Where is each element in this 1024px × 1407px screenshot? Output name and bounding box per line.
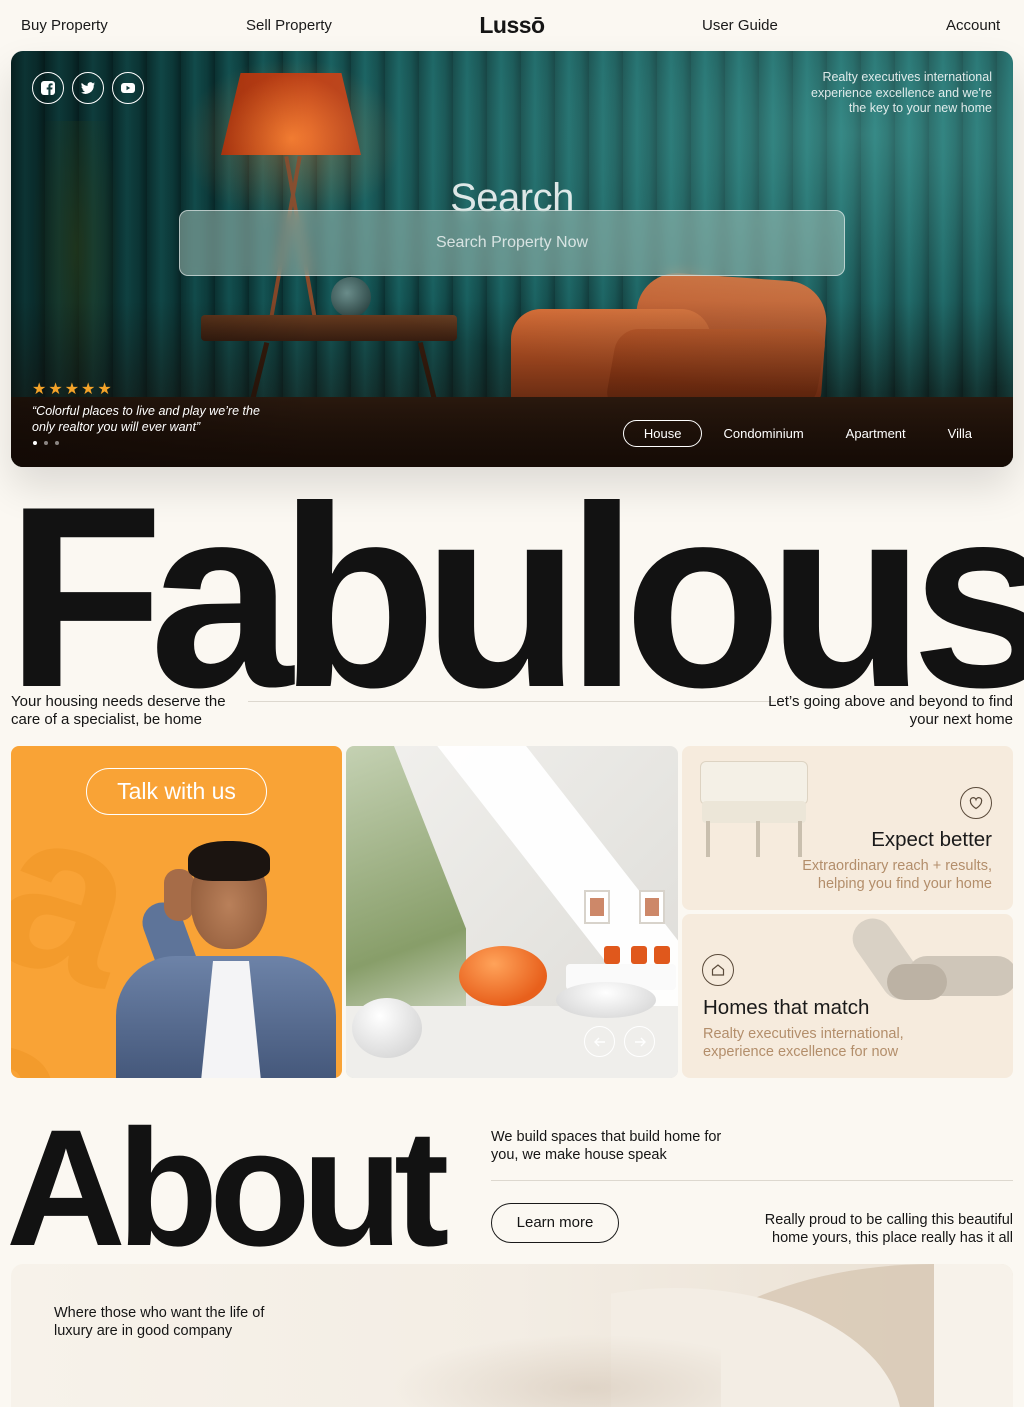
twitter-icon[interactable] xyxy=(72,72,104,104)
star-icon: ★ xyxy=(64,381,80,398)
logo-container: Lussō xyxy=(0,12,1024,39)
right-strip xyxy=(934,1264,1013,1407)
support-agent-photo xyxy=(106,841,341,1078)
about-tagline: We build spaces that build home for you,… xyxy=(491,1129,722,1163)
tab-apartment[interactable]: Apartment xyxy=(825,420,927,447)
divider xyxy=(491,1180,1013,1181)
cushion xyxy=(604,946,620,964)
expect-text: Extraordinary reach + results, helping y… xyxy=(802,858,992,892)
rating-stars: ★ ★ ★ ★ ★ xyxy=(32,379,112,399)
match-text: Realty executives international, experie… xyxy=(703,1026,904,1060)
slide-dot[interactable] xyxy=(55,441,59,445)
agent-hair xyxy=(188,841,270,881)
cushion xyxy=(631,946,647,964)
fabulous-right-text: Let’s going above and beyond to find you… xyxy=(768,693,1013,728)
wall-frame xyxy=(584,890,610,924)
luxury-banner: Where those who want the life of luxury … xyxy=(11,1264,1013,1407)
slide-indicator xyxy=(33,441,59,445)
star-icon: ★ xyxy=(48,381,63,398)
talk-with-us-button[interactable]: Talk with us xyxy=(86,768,267,815)
chair-leg xyxy=(706,821,710,857)
prev-arrow-icon[interactable] xyxy=(584,1026,615,1057)
white-chair-photo xyxy=(700,761,808,857)
match-title: Homes that match xyxy=(703,996,870,1019)
nav-user-guide[interactable]: User Guide xyxy=(702,17,778,34)
facebook-icon[interactable] xyxy=(32,72,64,104)
heart-icon[interactable] xyxy=(960,787,992,819)
next-arrow-icon[interactable] xyxy=(624,1026,655,1057)
chair-leg xyxy=(756,821,760,857)
chair-seat xyxy=(702,801,806,823)
white-table xyxy=(556,982,656,1018)
divider xyxy=(248,701,776,702)
search-input[interactable]: Search Property Now xyxy=(179,210,845,276)
fabulous-left-text: Your housing needs deserve the care of a… xyxy=(11,693,226,728)
nav-buy-property[interactable]: Buy Property xyxy=(21,17,108,34)
chair-leg xyxy=(798,821,802,857)
talk-card: aa Talk with us xyxy=(11,746,342,1078)
homes-that-match-card: Homes that match Realty executives inter… xyxy=(682,914,1013,1078)
interior-photo-card xyxy=(346,746,678,1078)
house-icon xyxy=(702,954,734,986)
headline-about: About xyxy=(6,1096,449,1281)
orange-pouf xyxy=(459,946,547,1006)
tab-villa[interactable]: Villa xyxy=(927,420,993,447)
testimonial-quote: “Colorful places to live and play we’re … xyxy=(32,404,260,434)
star-icon: ★ xyxy=(97,381,112,398)
star-icon: ★ xyxy=(81,381,96,398)
youtube-icon[interactable] xyxy=(112,72,144,104)
learn-more-button[interactable]: Learn more xyxy=(491,1203,619,1243)
tab-house[interactable]: House xyxy=(622,420,703,447)
handshake-photo xyxy=(844,914,1013,1014)
tree-decoration xyxy=(391,1334,721,1407)
nav-account[interactable]: Account xyxy=(946,17,1000,34)
about-right-text: Really proud to be calling this beautifu… xyxy=(764,1212,1013,1246)
slide-dot[interactable] xyxy=(33,441,37,445)
white-pouf xyxy=(352,998,422,1058)
chair-back xyxy=(700,761,808,805)
top-nav: Buy Property Sell Property Lussō User Gu… xyxy=(0,0,1024,52)
star-icon: ★ xyxy=(32,381,47,398)
expect-title: Expect better xyxy=(871,828,992,851)
nav-sell-property[interactable]: Sell Property xyxy=(246,17,332,34)
logo[interactable]: Lussō xyxy=(479,12,545,38)
luxury-text: Where those who want the life of luxury … xyxy=(54,1305,265,1339)
cushion xyxy=(654,946,670,964)
expect-better-card: Expect better Extraordinary reach + resu… xyxy=(682,746,1013,910)
headline-fabulous: Fabulous xyxy=(6,452,1024,741)
property-type-tabs: House Condominium Apartment Villa xyxy=(622,420,993,447)
tab-condominium[interactable]: Condominium xyxy=(702,420,824,447)
hand xyxy=(887,964,947,1000)
hero-tagline: Realty executives international experien… xyxy=(811,70,992,115)
wall-frame xyxy=(639,890,665,924)
slide-dot[interactable] xyxy=(44,441,48,445)
agent-hand xyxy=(164,869,194,921)
social-links xyxy=(32,72,144,104)
hero-banner: Realty executives international experien… xyxy=(11,51,1013,467)
